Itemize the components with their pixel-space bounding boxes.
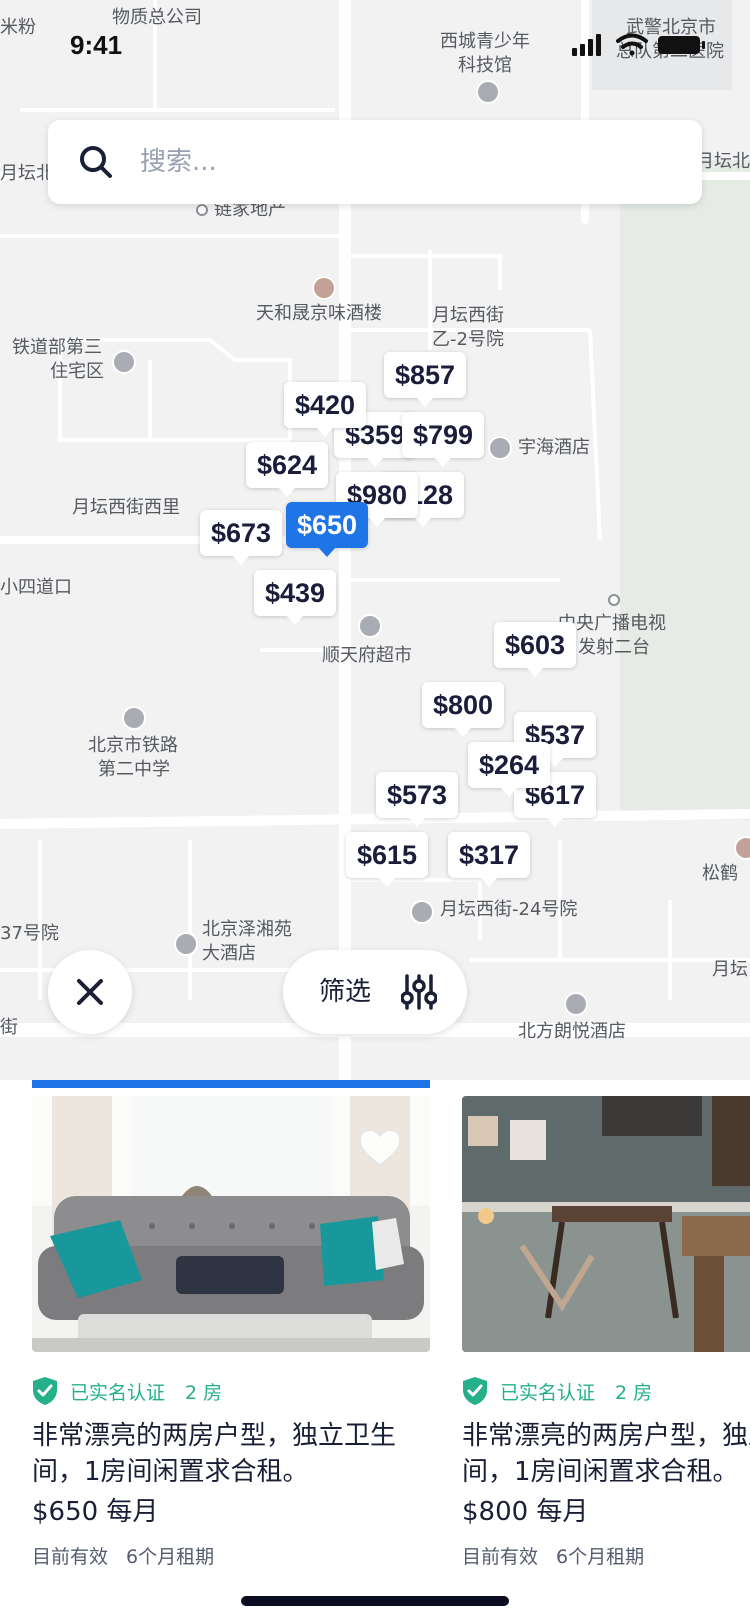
map-label: 月坛 — [712, 959, 748, 980]
map-label: 物质总公司 — [112, 7, 202, 28]
verified-shield-icon — [463, 1377, 487, 1405]
listing-title[interactable]: 非常漂亮的两房户型，独立卫生间，1房间闲置求合租。 — [32, 1418, 430, 1490]
listing-status: 目前有效 — [32, 1546, 109, 1568]
price-pin[interactable]: $264 — [468, 742, 551, 797]
listing-card[interactable]: 已实名认证 2 房 非常漂亮的两房户型，独立卫生间，1房间闲置求合租。 $800… — [462, 1096, 750, 1568]
favorite-heart-icon[interactable] — [358, 1128, 402, 1168]
status-icons — [572, 33, 705, 56]
search-bar[interactable] — [48, 120, 702, 204]
restaurant-icon — [312, 276, 336, 300]
study-room-photo — [462, 1096, 750, 1352]
price-pin-selected[interactable]: $650 — [286, 502, 369, 557]
signal-icon — [572, 34, 601, 56]
selected-indicator — [32, 1080, 430, 1088]
poi-dot-icon — [196, 204, 208, 216]
map-label: 宇海酒店 — [518, 437, 590, 458]
map-label: 37号院 — [0, 923, 59, 944]
price-pin[interactable]: $420 — [284, 382, 367, 437]
map-label: 住宅区 — [50, 361, 104, 382]
lease-term: 6个月租期 — [126, 1546, 215, 1568]
listing-price: $650 每月 — [32, 1497, 159, 1527]
school-icon — [122, 706, 146, 730]
listing-photo — [462, 1096, 750, 1352]
rooms-label: 2 房 — [615, 1381, 653, 1404]
map-label: 月坛西街西里 — [72, 497, 180, 518]
verified-shield-icon — [33, 1377, 57, 1405]
battery-icon — [658, 36, 705, 54]
price-pin[interactable]: $800 — [422, 682, 505, 737]
map-label: 乙-2号院 — [432, 329, 504, 350]
building-icon — [112, 350, 136, 374]
verified-label: 已实名认证 — [70, 1381, 166, 1404]
hotel-icon — [488, 436, 512, 460]
map-label: 天和晟京味酒楼 — [256, 303, 382, 324]
map-label: 大酒店 — [202, 943, 256, 964]
price-pin[interactable]: $573 — [376, 772, 459, 827]
search-input[interactable] — [140, 138, 660, 186]
map-label: 米粉 — [0, 17, 36, 38]
hotel-icon — [174, 932, 198, 956]
listing-price: $800 每月 — [462, 1497, 589, 1527]
wifi-icon — [616, 33, 648, 56]
price-pin[interactable]: $317 — [448, 832, 531, 887]
map-label: 发射二台 — [578, 637, 650, 658]
listing-card[interactable]: 已实名认证 2 房 非常漂亮的两房户型，独立卫生间，1房间闲置求合租。 $650… — [32, 1096, 430, 1568]
map-label: 月坛北 — [0, 163, 54, 184]
sliders-icon — [401, 974, 437, 1010]
supermarket-icon — [358, 614, 382, 638]
price-pin[interactable]: $603 — [494, 622, 577, 677]
close-button[interactable] — [48, 950, 132, 1034]
filter-button[interactable]: 筛选 — [283, 950, 467, 1034]
home-indicator — [241, 1596, 509, 1606]
price-pin[interactable]: $439 — [254, 570, 337, 625]
map-label: 北方朗悦酒店 — [518, 1021, 626, 1042]
filter-label: 筛选 — [319, 977, 372, 1007]
listing-meta: 已实名认证 2 房 — [32, 1376, 222, 1406]
poi-icon — [476, 80, 500, 104]
listing-status-line: 目前有效 6个月租期 — [32, 1542, 214, 1569]
map-label: 科技馆 — [458, 55, 512, 76]
search-icon — [80, 146, 112, 178]
map-label: 铁道部第三 — [12, 337, 102, 358]
price-pin[interactable]: $673 — [200, 510, 283, 565]
map-label: 月坛西街 — [432, 305, 504, 326]
map-label: 街 — [0, 1017, 18, 1038]
hotel-icon — [564, 992, 588, 1016]
price-pin[interactable]: $624 — [246, 442, 329, 497]
listing-photo — [32, 1096, 430, 1352]
map-label: 松鹤 — [702, 863, 738, 884]
verified-label: 已实名认证 — [500, 1381, 596, 1404]
listing-title[interactable]: 非常漂亮的两房户型，独立卫生间，1房间闲置求合租。 — [462, 1418, 750, 1490]
map-label: 月坛西街-24号院 — [440, 899, 578, 920]
price-pin[interactable]: $799 — [402, 412, 485, 467]
map-view[interactable]: 米粉 物质总公司 西城青少年 科技馆 武警北京市 总队第二医院 月坛北 月坛北 … — [0, 0, 750, 1080]
map-label: 月坛北 — [696, 151, 750, 172]
map-label: 第二中学 — [98, 759, 170, 780]
listing-carousel[interactable]: 已实名认证 2 房 非常漂亮的两房户型，独立卫生间，1房间闲置求合租。 $650… — [0, 1080, 750, 1580]
listing-status: 目前有效 — [462, 1546, 539, 1568]
listing-status-line: 目前有效 6个月租期 — [462, 1542, 644, 1569]
close-icon — [77, 979, 103, 1005]
price-pin[interactable]: $615 — [346, 832, 429, 887]
map-label: 北京泽湘苑 — [202, 919, 292, 940]
rooms-label: 2 房 — [185, 1381, 223, 1404]
map-label: 小四道口 — [0, 577, 72, 598]
residence-icon — [410, 900, 434, 924]
status-time: 9:41 — [70, 30, 123, 60]
lease-term: 6个月租期 — [556, 1546, 645, 1568]
price-pin[interactable]: $857 — [384, 352, 467, 407]
poi-dot-icon — [608, 594, 620, 606]
listing-meta: 已实名认证 2 房 — [462, 1376, 652, 1406]
map-label: 北京市铁路 — [88, 735, 178, 756]
map-label: 西城青少年 — [440, 31, 530, 52]
map-label: 顺天府超市 — [322, 645, 412, 666]
